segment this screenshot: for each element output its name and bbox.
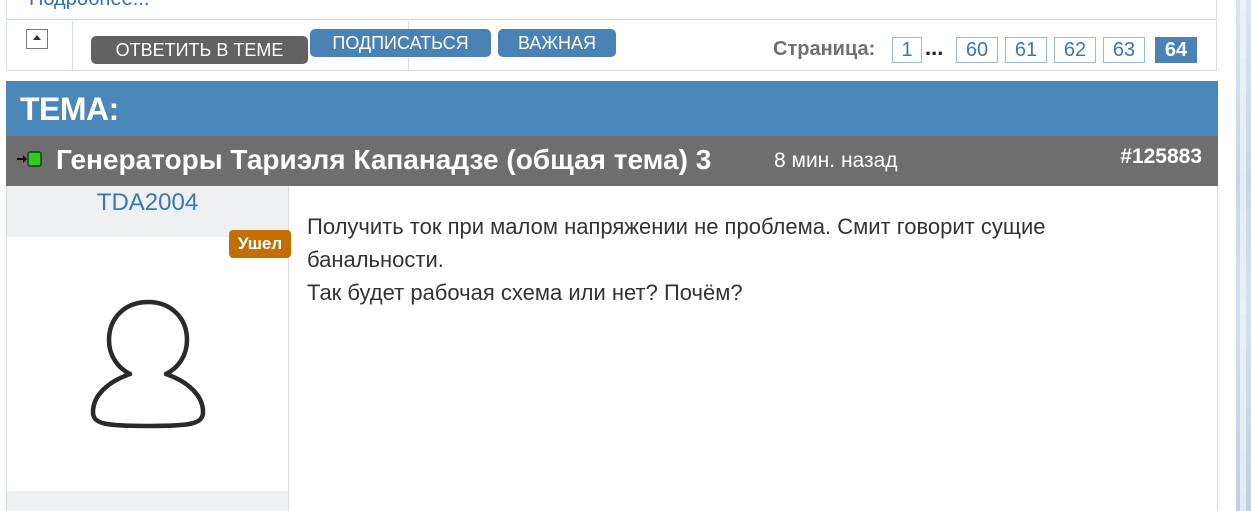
thread-title[interactable]: Генераторы Тариэля Капанадзе (общая тема… bbox=[56, 144, 711, 176]
pagination-ellipsis: ... bbox=[925, 35, 944, 60]
page-link-first[interactable]: 1 bbox=[892, 37, 922, 63]
page-link[interactable]: 62 bbox=[1054, 37, 1096, 63]
subscribe-button[interactable]: ПОДПИСАТЬСЯ bbox=[310, 29, 491, 57]
toolbar-divider bbox=[72, 21, 73, 70]
page-link[interactable]: 63 bbox=[1103, 37, 1145, 63]
post-text-line: Так будет рабочая схема или нет? Почём? bbox=[307, 280, 743, 305]
default-user-avatar-icon bbox=[90, 299, 206, 429]
scroll-top-button[interactable] bbox=[26, 29, 48, 49]
thread-title-bar: Генераторы Тариэля Капанадзе (общая тема… bbox=[6, 136, 1218, 186]
post-text-line: банальности. bbox=[307, 247, 444, 272]
forum-post: TDA2004 Ушел Получить ток при малом напр… bbox=[6, 186, 1218, 511]
page-link[interactable]: 61 bbox=[1005, 37, 1047, 63]
topic-header: ТЕМА: bbox=[6, 81, 1218, 136]
reply-button[interactable]: ОТВЕТИТЬ В ТЕМЕ bbox=[91, 36, 308, 64]
post-text-line: Получить ток при малом напряжении не про… bbox=[307, 214, 1046, 239]
post-timestamp: 8 мин. назад bbox=[774, 149, 898, 172]
topic-header-label: ТЕМА: bbox=[20, 91, 119, 127]
read-more-link[interactable]: Подробнее... bbox=[29, 0, 149, 11]
page-background-strip-edge bbox=[1240, 0, 1246, 511]
post-number-link[interactable]: #125883 bbox=[1120, 145, 1202, 169]
important-button[interactable]: ВАЖНАЯ bbox=[498, 29, 616, 57]
arrow-up-icon bbox=[33, 35, 41, 40]
pagination-label: Страница: bbox=[773, 38, 876, 60]
author-footer-band bbox=[7, 491, 288, 511]
new-post-indicator-icon[interactable] bbox=[15, 150, 43, 168]
previous-post-footer: Подробнее... bbox=[6, 0, 1217, 20]
page-current: 64 bbox=[1155, 37, 1197, 63]
post-message: Получить ток при малом напряжении не про… bbox=[307, 210, 1187, 309]
author-panel: TDA2004 Ушел bbox=[7, 186, 291, 511]
page-link[interactable]: 60 bbox=[956, 37, 998, 63]
author-name-link[interactable]: TDA2004 bbox=[7, 189, 288, 217]
online-status-badge: Ушел bbox=[229, 230, 291, 258]
thread-toolbar: ОТВЕТИТЬ В ТЕМЕ ПОДПИСАТЬСЯ ВАЖНАЯ Стран… bbox=[6, 21, 1217, 71]
